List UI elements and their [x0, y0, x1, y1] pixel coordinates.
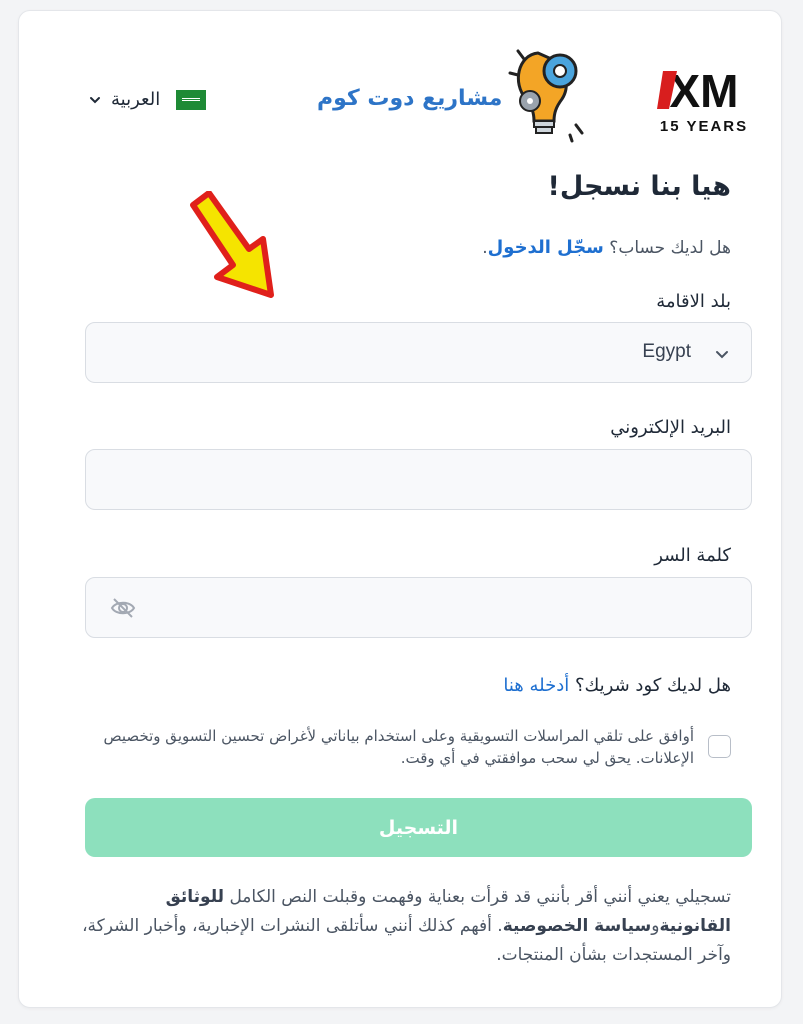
disclaimer-part1: تسجيلي يعني أنني أقر بأنني قد قرأت بعناي… [229, 887, 731, 907]
register-button[interactable]: التسجيل [85, 798, 752, 857]
email-field-wrapper [85, 449, 752, 510]
email-field[interactable] [86, 450, 751, 509]
have-account-text: هل لديك حساب؟ [609, 238, 731, 258]
email-label: البريد الإلكتروني [610, 417, 731, 438]
arrow-icon [190, 191, 274, 298]
xm-logo-icon: XM [657, 65, 739, 117]
password-field[interactable] [86, 578, 751, 637]
marketing-consent: أوافق على تلقي المراسلات التسويقية وعلى … [91, 725, 731, 769]
login-link[interactable]: سجّل الدخول [488, 237, 604, 258]
brand-years: 15 YEARS [659, 118, 749, 135]
partner-code-link[interactable]: أدخله هنا [503, 675, 569, 696]
password-label: كلمة السر [654, 545, 731, 566]
page-title: هيا بنا نسجل! [547, 171, 731, 202]
watermark-text: مشاريع دوت كوم [317, 85, 503, 111]
lightbulb-gear-icon [508, 49, 584, 143]
country-value: Egypt [642, 341, 691, 362]
partner-question: هل لديك كود شريك؟ [574, 675, 731, 696]
chevron-down-icon [90, 96, 100, 103]
legal-disclaimer: تسجيلي يعني أنني أقر بأنني قد قرأت بعناي… [59, 883, 731, 970]
saudi-flag-icon [176, 89, 207, 110]
partner-code-prompt: هل لديك كود شريك؟ أدخله هنا [503, 675, 731, 696]
language-label: العربية [111, 89, 161, 110]
language-selector[interactable]: العربية [89, 89, 207, 110]
country-select[interactable]: Egypt [85, 322, 752, 383]
consent-checkbox[interactable] [708, 735, 731, 758]
privacy-policy-link[interactable]: سياسة الخصوصية [503, 916, 652, 936]
chevron-down-icon [716, 351, 728, 359]
consent-text: أوافق على تلقي المراسلات التسويقية وعلى … [103, 727, 694, 767]
eye-off-icon[interactable] [110, 596, 136, 620]
password-field-wrapper [85, 577, 752, 638]
brand-wordmark: XM [670, 67, 739, 113]
country-label: بلد الاقامة [656, 291, 731, 312]
signup-card: العربية مشاريع دوت كوم XM 15 YEARS هيا ب… [18, 10, 782, 1008]
login-prompt: هل لديك حساب؟ سجّل الدخول. [482, 237, 731, 258]
watermark: مشاريع دوت كوم [317, 43, 588, 143]
brand-logo: XM 15 YEARS [655, 65, 753, 137]
